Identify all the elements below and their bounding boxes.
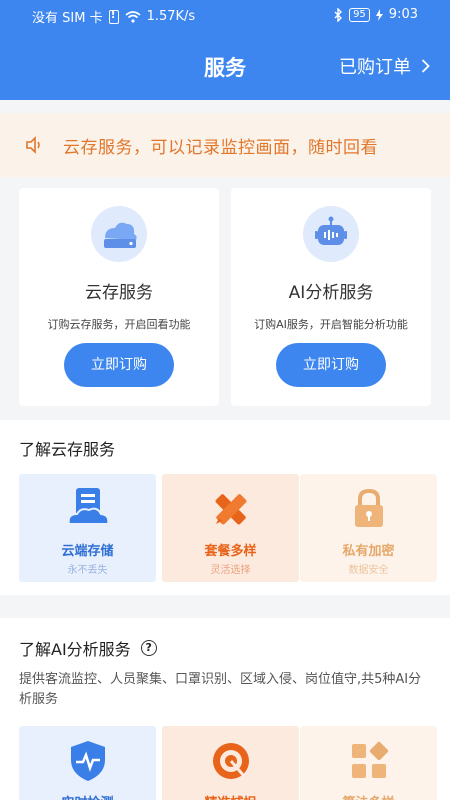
chevron-right-icon	[421, 59, 430, 73]
ai-analysis-card: AI分析服务 订购AI服务，开启智能分析功能 立即订购	[231, 188, 431, 406]
target-icon	[213, 743, 249, 779]
speaker-icon	[26, 136, 40, 154]
help-icon[interactable]: ?	[140, 640, 157, 656]
cloud-storage-card: 云存服务 订购云存服务，开启回看功能 立即订购	[19, 188, 219, 406]
network-speed: 1.57K/s	[146, 9, 196, 24]
feature-label: 云端存储	[61, 544, 114, 559]
feature-sub: 数据安全	[348, 565, 389, 576]
carrier-text: 没有 SIM 卡	[32, 11, 103, 26]
orders-label: 已购订单	[339, 57, 411, 78]
clock: 9:03	[388, 7, 418, 22]
header-bar: 没有 SIM 卡 1.57K/s 95 9:03 服务 已购订单	[0, 0, 450, 100]
ai-section-title-row: 了解AI分析服务 ?	[19, 636, 157, 660]
ai-analysis-title: AI分析服务	[288, 283, 374, 303]
feature-label: 精准捕捉	[162, 792, 299, 800]
sim-alert-icon	[108, 8, 119, 24]
cloud-section-title: 了解云存服务	[19, 440, 116, 459]
cloud-storage-icon	[91, 206, 147, 262]
cloud-info-section: 了解云存服务 云端存储 永不丢失 套餐多样 灵活选择 私有加密 数据安全	[0, 420, 450, 595]
wifi-icon	[125, 10, 141, 23]
ai-info-section: 了解AI分析服务 ? 提供客流监控、人员聚集、口罩识别、区域入侵、岗位值守,共5…	[0, 618, 450, 800]
feature-label: 实时检测	[19, 792, 156, 800]
status-right: 95 9:03	[334, 7, 418, 22]
feature-cloud-storage[interactable]: 云端存储 永不丢失	[19, 474, 156, 582]
feature-label: 套餐多样	[204, 544, 257, 559]
feature-precise-capture[interactable]: 精准捕捉	[162, 726, 299, 800]
feature-sub: 灵活选择	[210, 565, 251, 576]
shield-pulse-icon	[71, 741, 105, 781]
battery-level: 95	[349, 7, 370, 22]
ai-analysis-desc: 订购AI服务，开启智能分析功能	[254, 318, 408, 331]
cloud-storage-desc: 订购云存服务，开启回看功能	[47, 318, 191, 331]
status-bar: 没有 SIM 卡 1.57K/s 95 9:03	[0, 0, 450, 30]
cloud-storage-title: 云存服务	[85, 283, 153, 303]
buy-cloud-storage-button[interactable]: 立即订购	[64, 343, 174, 387]
feature-sub: 永不丢失	[67, 565, 108, 576]
notice-banner: 云存服务，可以记录监控画面，随时回看	[0, 113, 450, 177]
feature-encryption[interactable]: 私有加密 数据安全	[300, 474, 437, 582]
purchased-orders-link[interactable]: 已购订单	[339, 53, 430, 79]
feature-diverse-algorithms[interactable]: 算法多样	[300, 726, 437, 800]
pencil-ruler-icon	[215, 494, 247, 525]
feature-label: 私有加密	[342, 544, 395, 559]
ai-section-title: 了解AI分析服务	[19, 640, 131, 659]
cloud-document-icon	[67, 488, 110, 525]
charging-icon	[375, 8, 383, 21]
status-left: 没有 SIM 卡 1.57K/s	[32, 7, 196, 27]
feature-packages[interactable]: 套餐多样 灵活选择	[162, 474, 299, 582]
notice-text: 云存服务，可以记录监控画面，随时回看	[63, 137, 378, 158]
lock-icon	[355, 488, 383, 527]
ai-section-desc: 提供客流监控、人员聚集、口罩识别、区域入侵、岗位值守,共5种AI分析服务	[19, 672, 422, 707]
feature-realtime-detection[interactable]: 实时检测	[19, 726, 156, 800]
feature-label: 算法多样	[300, 792, 437, 800]
grid-shapes-icon	[352, 741, 389, 778]
bluetooth-icon	[334, 7, 343, 22]
buy-ai-analysis-button[interactable]: 立即订购	[276, 343, 386, 387]
robot-icon	[303, 206, 359, 262]
